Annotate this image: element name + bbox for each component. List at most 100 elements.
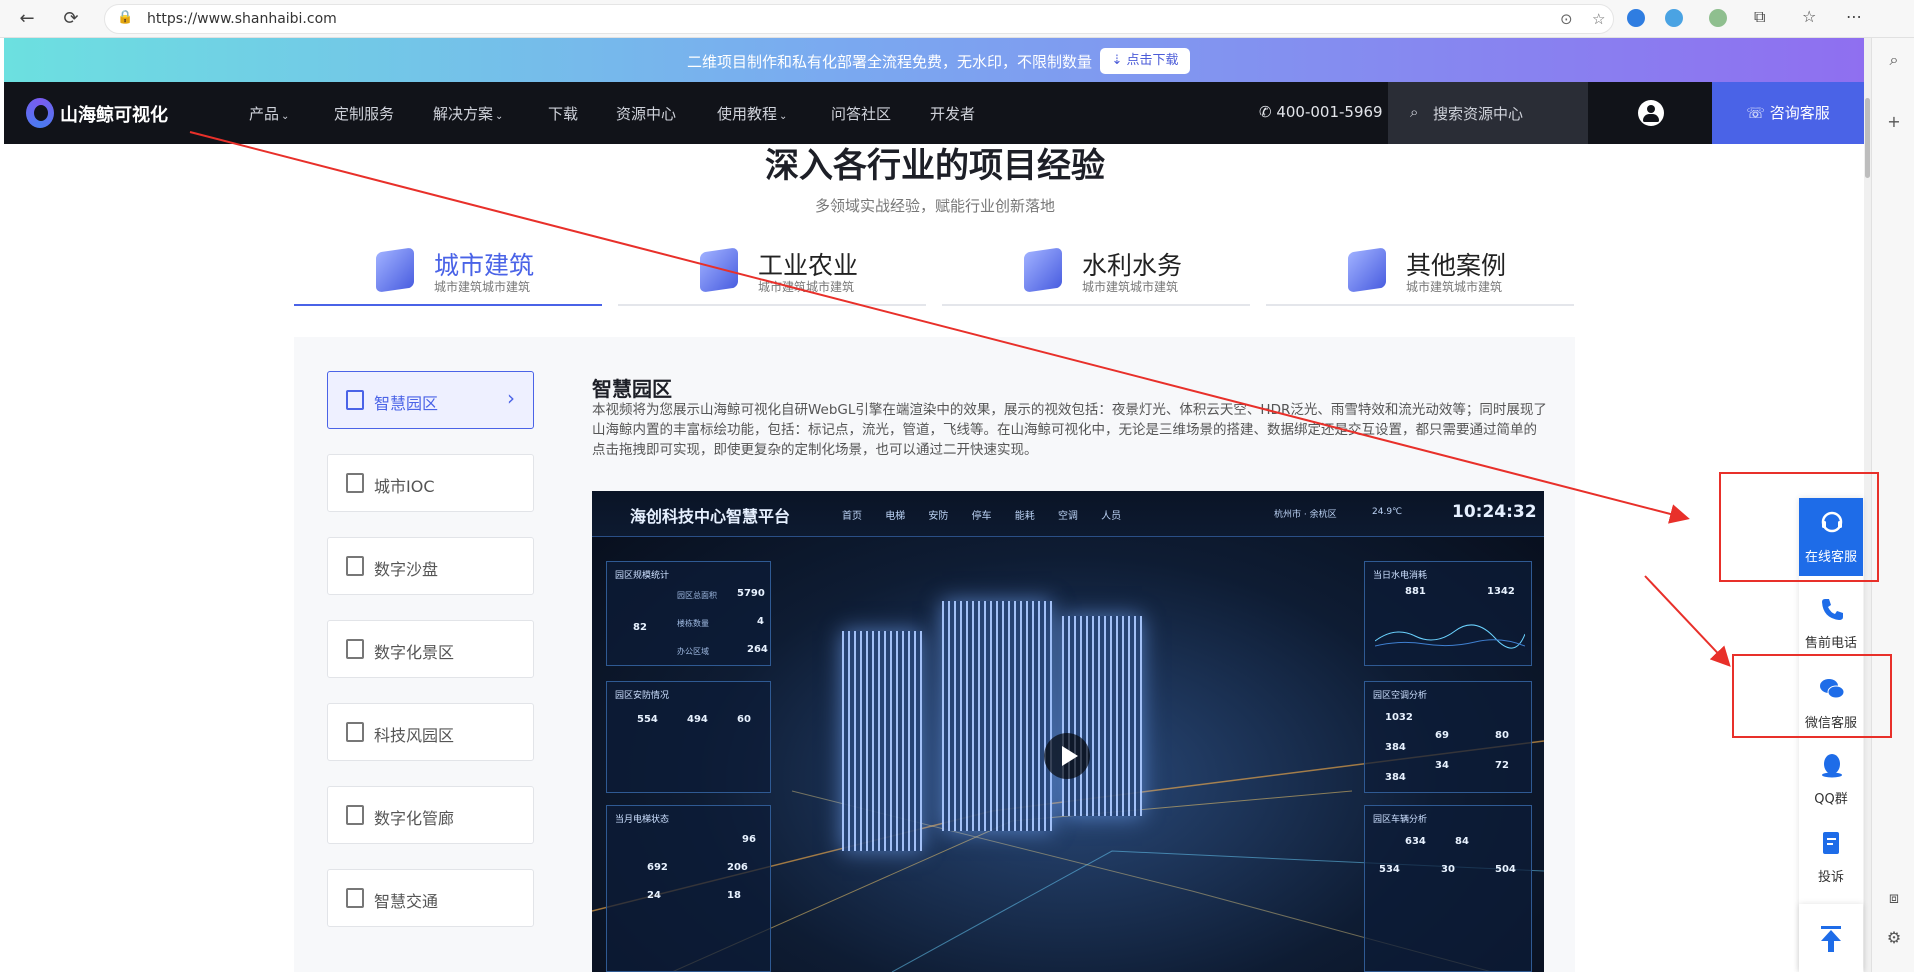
panel-title: 园区规模统计 (615, 571, 670, 581)
demo-video[interactable]: 海创科技中心智慧平台 首页 电梯 安防 停车 能耗 空调 人员 杭州市 · 余杭… (592, 491, 1544, 972)
extensions-puzzle-icon[interactable]: ⧉ (1754, 7, 1765, 27)
panel-title: 园区空调分析 (1373, 691, 1428, 701)
panel-label: 园区总面积 (677, 591, 717, 600)
qq-group-button[interactable]: QQ群 (1799, 740, 1863, 818)
traffic-icon (346, 888, 364, 908)
water-icon (1024, 247, 1062, 293)
back-to-top-button[interactable] (1799, 904, 1863, 972)
tab-city-building[interactable]: 城市建筑 城市建筑城市建筑 (294, 244, 602, 306)
city-building-icon (376, 247, 414, 293)
tab-industry-agriculture[interactable]: 工业农业 城市建筑城市建筑 (618, 244, 926, 306)
panel-title: 园区车辆分析 (1373, 815, 1428, 825)
panel-value: 384 (1385, 772, 1406, 783)
annotation-box-wechat (1732, 654, 1892, 738)
promo-banner: 二维项目制作和私有化部署全流程免费，无水印，不限制数量 ⇣ 点击下载 (4, 38, 1864, 82)
back-arrow-icon[interactable]: ← (16, 8, 38, 30)
panel-value: 69 (1435, 730, 1449, 741)
search-icon[interactable]: ⌕ (1884, 50, 1904, 70)
panel-value: 96 (742, 834, 756, 845)
case-item-digital-pipe[interactable]: 数字化管廊 (327, 786, 534, 844)
video-panel-elevator: 当月电梯状态 96 692 206 24 18 (606, 805, 771, 972)
case-item-label: 智慧园区 (374, 394, 439, 413)
extension-icon[interactable] (1627, 9, 1645, 27)
chevron-down-icon: ⌄ (779, 111, 788, 122)
tower-building (842, 631, 922, 851)
search-box[interactable]: ⌕ 搜索资源中心 (1388, 82, 1588, 144)
nav-item-custom[interactable]: 定制服务 (334, 103, 394, 124)
nav-item-community[interactable]: 问答社区 (831, 103, 891, 124)
video-temperature: 24.9℃ (1372, 507, 1403, 517)
search-icon: ⌕ (1410, 103, 1419, 121)
panel-value: 4 (757, 616, 764, 627)
video-tab: 停车 (971, 511, 992, 522)
tab-title: 其他案例 (1406, 251, 1507, 280)
nav-item-developers[interactable]: 开发者 (930, 103, 975, 124)
complaint-label: 投诉 (1817, 870, 1844, 885)
presales-phone-label: 售前电话 (1804, 636, 1857, 651)
presales-phone-button[interactable]: 售前电话 (1799, 584, 1863, 662)
settings-icon[interactable]: ⚙ (1884, 928, 1904, 948)
download-button[interactable]: ⇣ 点击下载 (1100, 48, 1190, 74)
video-platform-title: 海创科技中心智慧平台 (630, 507, 791, 526)
nav-item-solutions[interactable]: 解决方案 ⌄ (433, 103, 503, 124)
favorite-star-icon[interactable]: ☆ (1592, 10, 1605, 28)
tower-building (942, 601, 1052, 831)
consult-label: 咨询客服 (1769, 104, 1830, 122)
factory-icon (700, 247, 738, 293)
logo-icon[interactable] (26, 98, 54, 128)
more-menu-icon[interactable]: ⋯ (1846, 7, 1862, 26)
tab-other-cases[interactable]: 其他案例 城市建筑城市建筑 (1266, 244, 1574, 306)
arrow-up-icon (1821, 926, 1841, 952)
panel-value: 1342 (1487, 586, 1515, 597)
extension-icon[interactable] (1665, 9, 1683, 27)
reader-icon[interactable]: ⊙ (1560, 10, 1573, 28)
case-title: 智慧园区 (592, 377, 672, 401)
url-text[interactable]: https://www.shanhaibi.com (147, 11, 337, 27)
case-item-tech-park[interactable]: 科技风园区 (327, 703, 534, 761)
video-tab: 首页 (842, 511, 862, 522)
logo-text[interactable]: 山海鲸可视化 (60, 101, 168, 127)
video-panel-parking: 园区车辆分析 634 84 534 30 504 (1364, 805, 1532, 972)
search-placeholder[interactable]: 搜索资源中心 (1433, 103, 1523, 124)
video-tab: 安防 (928, 511, 949, 522)
video-tab: 能耗 (1014, 511, 1035, 522)
case-item-digital-scenic[interactable]: 数字化景区 (327, 620, 534, 678)
panel-title: 园区安防情况 (615, 691, 670, 701)
nav-item-download[interactable]: 下载 (548, 103, 578, 124)
phone-icon: ✆ (1259, 103, 1277, 121)
tab-subtitle: 城市建筑城市建筑 (434, 280, 531, 294)
address-bar[interactable]: 🔒 https://www.shanhaibi.com ⊙ ☆ (104, 4, 1614, 34)
panel-label: 楼栋数量 (677, 619, 709, 628)
video-panel-ac: 园区空调分析 1032 69 80 384 34 72 384 (1364, 681, 1532, 793)
promo-text: 二维项目制作和私有化部署全流程免费，无水印，不限制数量 (687, 53, 1093, 71)
screenshot-icon[interactable]: ⧈ (1884, 888, 1904, 908)
reload-icon[interactable]: ⟳ (60, 8, 82, 30)
phone-number[interactable]: ✆ 400-001-5969 (1259, 103, 1383, 121)
scrollbar-thumb[interactable] (1865, 98, 1870, 178)
tab-water-conservancy[interactable]: 水利水务 城市建筑城市建筑 (942, 244, 1250, 306)
tab-title: 城市建筑 (434, 251, 535, 280)
user-avatar-icon[interactable] (1638, 100, 1664, 126)
nav-item-resources[interactable]: 资源中心 (616, 103, 676, 124)
video-panel-power: 当日水电消耗 881 1342 (1364, 561, 1532, 666)
chevron-down-icon: ⌄ (495, 111, 504, 122)
case-item-smart-park[interactable]: 智慧园区 › (327, 371, 534, 429)
add-icon[interactable]: + (1884, 112, 1904, 132)
panel-title: 当月电梯状态 (615, 815, 670, 825)
favorites-icon[interactable]: ☆ (1802, 7, 1816, 26)
lock-icon[interactable]: 🔒 (117, 10, 133, 26)
nav-item-products[interactable]: 产品 ⌄ (249, 103, 289, 124)
extension-icon[interactable] (1709, 9, 1727, 27)
case-item-smart-traffic[interactable]: 智慧交通 (327, 869, 534, 927)
qq-penguin-icon (1822, 754, 1842, 778)
video-panel-scale: 园区规模统计 园区总面积 5790 楼栋数量 4 办公区域 264 82 (606, 561, 771, 666)
complaint-button[interactable]: 投诉 (1799, 818, 1863, 896)
nav-item-tutorials[interactable]: 使用教程 ⌄ (717, 103, 787, 124)
panel-value: 34 (1435, 760, 1449, 771)
consult-service-button[interactable]: ☏ 咨询客服 (1712, 82, 1864, 144)
case-item-label: 智慧交通 (374, 892, 439, 911)
case-item-digital-sandbox[interactable]: 数字沙盘 (327, 537, 534, 595)
case-item-city-ioc[interactable]: 城市IOC (327, 454, 534, 512)
tech-park-icon (346, 722, 364, 742)
play-button-icon[interactable] (1044, 733, 1090, 779)
